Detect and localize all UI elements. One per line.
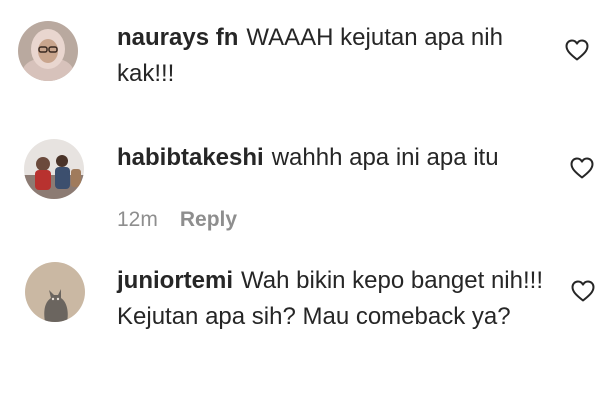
comment-username[interactable]: juniortemi <box>117 267 233 294</box>
comment-time: 12m <box>117 208 158 231</box>
comment-item: habibtakeshi wahhh apa ini apa itu 12m Rep… <box>0 120 600 250</box>
group-photo-avatar[interactable] <box>24 139 84 199</box>
comment-username[interactable]: naurays fn <box>117 24 238 51</box>
hijab-woman-avatar[interactable] <box>18 21 78 81</box>
like-heart-icon[interactable] <box>571 280 595 302</box>
cat-silhouette-avatar[interactable] <box>25 262 85 322</box>
comment-item: naurays fn WAAAH kejutan apa nih kak!!! <box>0 0 600 120</box>
comment-item: juniortemi Wah bikin kepo banget nih!!! K… <box>0 250 600 397</box>
comment-text: juniortemi Wah bikin kepo banget nih!!! K… <box>117 263 547 335</box>
like-heart-icon[interactable] <box>570 157 594 179</box>
comment-username[interactable]: habibtakeshi <box>117 144 264 171</box>
comment-text: habibtakeshi wahhh apa ini apa itu <box>117 140 547 176</box>
like-heart-icon[interactable] <box>565 39 589 61</box>
comment-meta: 12m Reply <box>117 208 237 232</box>
comment-body: wahhh apa ini apa itu <box>271 144 499 171</box>
comment-text: naurays fn WAAAH kejutan apa nih kak!!! <box>117 20 537 92</box>
reply-button[interactable]: Reply <box>180 208 237 231</box>
